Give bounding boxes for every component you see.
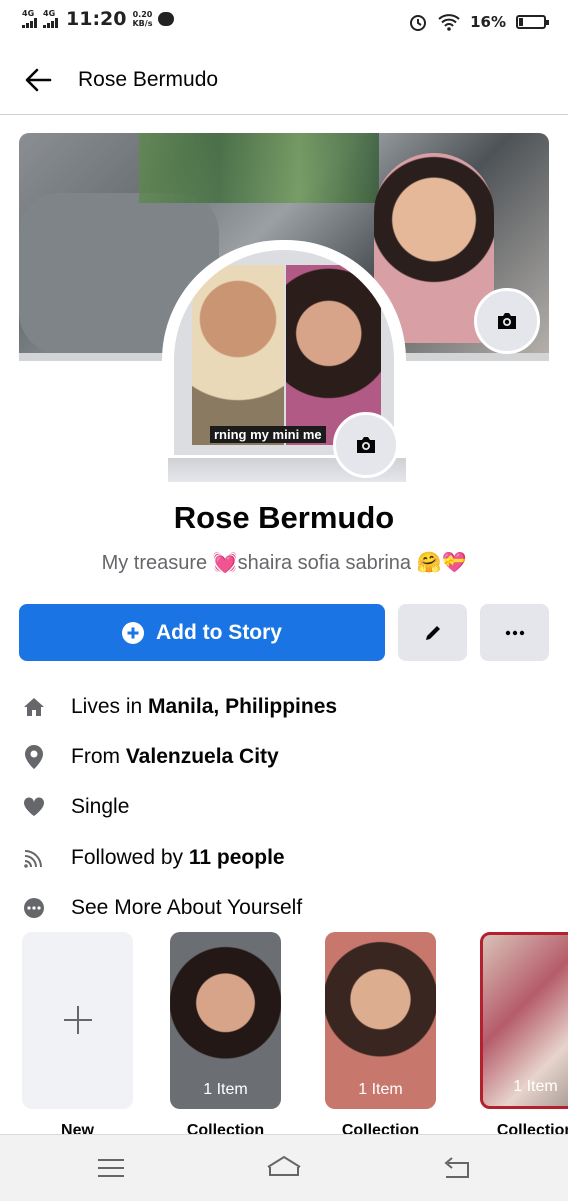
more-horizontal-icon [505, 630, 524, 635]
collection-tile[interactable]: 1 Item [325, 932, 436, 1109]
more-options-button[interactable] [480, 604, 549, 661]
home-icon [24, 698, 44, 716]
location-pin-icon [25, 745, 43, 769]
collection-tile[interactable]: 1 Item [170, 932, 281, 1109]
status-bar: 4G 4G 11:20 0.20 KB/s 16% [0, 0, 568, 44]
edit-avatar-button[interactable] [333, 412, 399, 478]
followed-prefix: Followed by [71, 846, 189, 869]
header: Rose Bermudo [0, 44, 568, 115]
network-type-1: 4G [22, 9, 35, 18]
collection-label: Collection [496, 1122, 568, 1134]
lives-in-value: Manila, Philippines [148, 695, 338, 718]
profile-bio: My treasure 💓shaira sofia sabrina 🤗💝 [101, 552, 467, 574]
edit-cover-button[interactable] [474, 288, 540, 354]
collection-tile[interactable]: 1 Item [480, 932, 568, 1109]
detail-from[interactable]: From Valenzuela City [0, 732, 568, 782]
add-to-story-button[interactable]: Add to Story [19, 604, 385, 661]
collection-label: New [61, 1122, 94, 1134]
collections-strip: 1 Item 1 Item 1 Item [0, 930, 568, 1135]
battery-icon [516, 15, 549, 29]
speed-unit: KB/s [132, 19, 153, 28]
pencil-icon [425, 625, 440, 640]
followed-value: 11 people [188, 846, 285, 869]
collection-count: 1 Item [358, 1081, 403, 1098]
wifi-icon [438, 14, 460, 31]
edit-profile-button[interactable] [398, 604, 467, 661]
collection-label: Collection [341, 1122, 420, 1134]
clock: 11:20 [66, 8, 127, 30]
dots-circle-icon [24, 898, 44, 918]
profile-name: Rose Bermudo [173, 500, 395, 535]
page-title: Rose Bermudo [78, 68, 219, 91]
arrow-left-icon[interactable] [24, 66, 52, 94]
menu-icon[interactable] [96, 1155, 126, 1181]
battery-percent: 16% [470, 13, 506, 31]
message-notification-icon [158, 12, 175, 26]
plus-icon [64, 1006, 92, 1034]
signal-bars-icon [22, 18, 37, 28]
network-speed: 0.20 KB/s [132, 10, 152, 28]
rss-icon [24, 850, 42, 868]
collection-count: 1 Item [513, 1078, 558, 1095]
collection-count: 1 Item [203, 1081, 248, 1098]
lives-in-prefix: Lives in [71, 695, 149, 718]
camera-icon [498, 313, 516, 329]
home-nav-icon[interactable] [266, 1155, 302, 1181]
network-type-2: 4G [43, 9, 56, 18]
system-navigation-bar [0, 1134, 568, 1201]
relationship-status: Single [71, 795, 130, 818]
collection-label: Collection [186, 1122, 265, 1134]
detail-followers[interactable]: Followed by 11 people [0, 833, 568, 883]
signal-1: 4G [22, 10, 37, 28]
alarm-icon [410, 15, 427, 31]
avatar-caption: rning my mini me [210, 426, 326, 443]
back-nav-icon[interactable] [442, 1155, 472, 1181]
see-more-about-button[interactable]: See More About Yourself [0, 883, 568, 933]
detail-relationship[interactable]: Single [0, 782, 568, 832]
see-more-label: See More About Yourself [71, 896, 303, 919]
new-collection-tile[interactable] [22, 932, 133, 1109]
add-to-story-label: Add to Story [156, 620, 282, 644]
speed-value: 0.20 [132, 10, 153, 19]
heart-icon [23, 797, 45, 816]
from-value: Valenzuela City [125, 745, 279, 768]
plus-circle-icon [122, 621, 144, 644]
detail-lives-in[interactable]: Lives in Manila, Philippines [0, 682, 568, 732]
camera-icon [357, 437, 375, 453]
signal-2: 4G [43, 10, 58, 28]
from-prefix: From [71, 745, 126, 768]
signal-bars-icon [43, 18, 58, 28]
